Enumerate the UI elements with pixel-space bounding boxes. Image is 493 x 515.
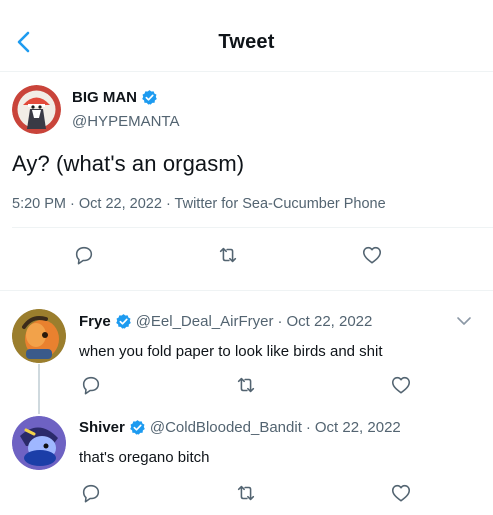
divider (12, 227, 493, 228)
verified-badge-icon (115, 314, 131, 329)
like-icon[interactable] (361, 244, 383, 266)
verified-badge-icon (142, 90, 157, 105)
author-handle[interactable]: @Eel_Deal_AirFryer (136, 313, 274, 330)
main-tweet: BIG MAN @HYPEMANTA Ay? (what's an orgasm… (0, 72, 493, 291)
verified-badge-icon (130, 420, 145, 435)
tweet-text: when you fold paper to look like birds a… (79, 343, 383, 360)
retweet-icon[interactable] (217, 244, 239, 266)
author-handle[interactable]: @ColdBlooded_Bandit (150, 419, 302, 436)
tweet-actions (73, 244, 383, 266)
tweet-actions (80, 374, 412, 396)
tweet-date[interactable]: Oct 22, 2022 (315, 419, 401, 436)
display-name[interactable]: Frye (79, 313, 111, 330)
avatar[interactable] (12, 309, 66, 363)
tweet-actions (80, 482, 412, 504)
like-icon[interactable] (390, 374, 412, 396)
display-name[interactable]: Shiver (79, 419, 125, 436)
like-icon[interactable] (390, 482, 412, 504)
retweet-icon[interactable] (235, 374, 257, 396)
reply-tweet[interactable]: Frye @Eel_Deal_AirFryer · Oct 22, 2022 w… (0, 292, 493, 402)
tweet-timestamp[interactable]: 5:20 PM · Oct 22, 2022 · Twitter for Sea… (12, 196, 386, 212)
meta-separator: · (305, 419, 311, 436)
reply-tweet[interactable]: Shiver @ColdBlooded_Bandit · Oct 22, 202… (0, 402, 493, 515)
top-bar: Tweet (0, 0, 493, 72)
author-handle[interactable]: @HYPEMANTA (72, 113, 179, 130)
tweet-text: Ay? (what's an orgasm) (12, 151, 245, 176)
tweet-date[interactable]: Oct 22, 2022 (286, 313, 372, 330)
display-name: BIG MAN (72, 89, 137, 106)
tweet-text: that's oregano bitch (79, 449, 210, 466)
avatar[interactable] (12, 416, 66, 470)
avatar[interactable] (12, 85, 61, 134)
reply-header: Frye @Eel_Deal_AirFryer · Oct 22, 2022 (79, 313, 372, 330)
meta-separator: · (277, 313, 283, 330)
reply-header: Shiver @ColdBlooded_Bandit · Oct 22, 202… (79, 419, 401, 436)
author-name[interactable]: BIG MAN (72, 89, 158, 106)
reply-icon[interactable] (80, 374, 102, 396)
reply-icon[interactable] (73, 244, 95, 266)
page-title: Tweet (218, 31, 275, 53)
retweet-icon[interactable] (235, 482, 257, 504)
chevron-down-icon[interactable] (455, 312, 473, 330)
reply-icon[interactable] (80, 482, 102, 504)
